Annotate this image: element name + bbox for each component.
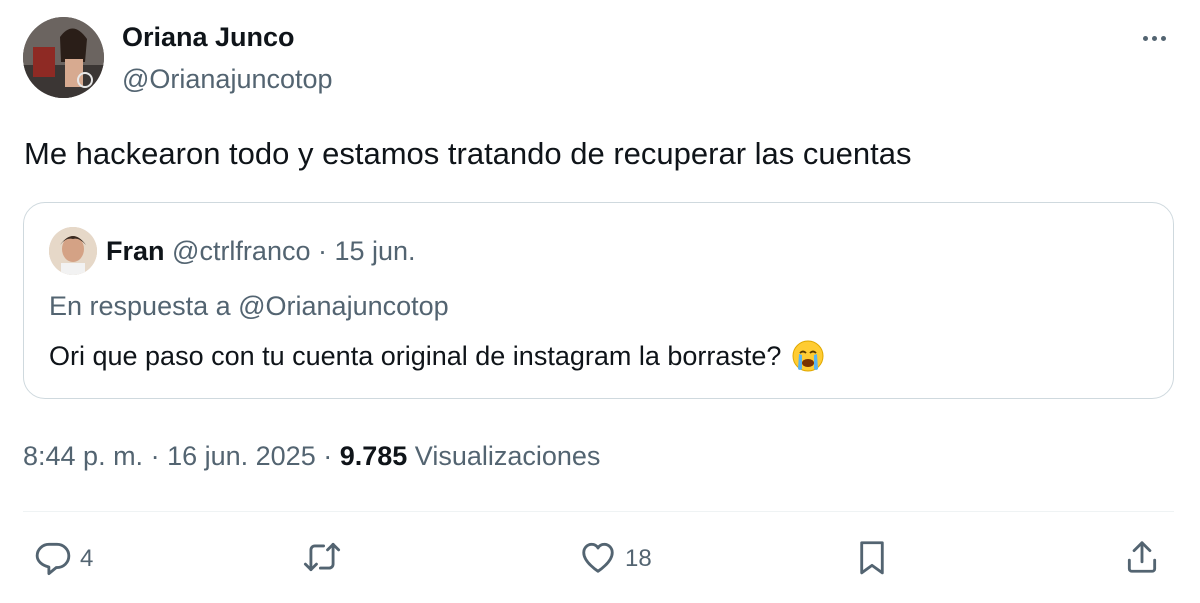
tweet-time[interactable]: 8:44 p. m. <box>23 441 143 471</box>
tweet-card: Oriana Junco @Orianajuncotop Me hackearo… <box>0 0 1200 603</box>
more-dot <box>1151 35 1157 41</box>
meta-separator: · <box>315 441 340 471</box>
quote-author-handle: @ctrlfranco <box>172 236 310 266</box>
quote-text-row: Ori que paso con tu cuenta original de i… <box>49 339 825 373</box>
views-label: Visualizaciones <box>407 441 601 471</box>
quote-handle-text: @ctrlfranco <box>172 236 311 266</box>
more-icon[interactable] <box>1136 28 1172 48</box>
reply-count: 4 <box>80 545 94 572</box>
like-button[interactable]: 18 <box>579 540 652 578</box>
bookmark-button[interactable] <box>853 540 891 578</box>
meta-separator: · <box>143 441 168 471</box>
tweet-text: Me hackearon todo y estamos tratando de … <box>24 136 912 171</box>
quote-author-name: Fran <box>106 236 165 266</box>
quoted-tweet[interactable]: Fran @ctrlfranco · 15 jun. En respuesta … <box>23 202 1174 399</box>
quote-separator: · <box>310 236 335 266</box>
more-dot <box>1160 35 1166 41</box>
like-count: 18 <box>625 545 652 572</box>
more-dot <box>1142 35 1148 41</box>
retweet-button[interactable] <box>303 540 341 578</box>
share-icon <box>1123 538 1161 581</box>
quote-header: Fran @ctrlfranco · 15 jun. <box>106 236 416 267</box>
share-button[interactable] <box>1123 540 1161 578</box>
divider <box>23 511 1174 512</box>
author-handle[interactable]: @Orianajuncotop <box>122 64 333 95</box>
tweet-meta: 8:44 p. m. · 16 jun. 2025 · 9.785 Visual… <box>23 441 600 472</box>
quote-author-avatar <box>49 227 97 275</box>
author-avatar[interactable] <box>23 17 104 98</box>
heart-icon <box>579 538 617 581</box>
retweet-icon <box>303 538 341 581</box>
reply-icon <box>34 538 72 581</box>
quote-text: Ori que paso con tu cuenta original de i… <box>49 340 782 371</box>
reply-button[interactable]: 4 <box>34 540 93 578</box>
crying-face-icon <box>791 339 825 373</box>
author-name[interactable]: Oriana Junco <box>122 22 295 53</box>
views-count: 9.785 <box>339 441 408 471</box>
tweet-date[interactable]: 16 jun. 2025 <box>167 441 316 471</box>
quote-date: 15 jun. <box>334 236 416 266</box>
quote-reply-context: En respuesta a @Orianajuncotop <box>49 291 449 321</box>
bookmark-icon <box>853 538 891 581</box>
